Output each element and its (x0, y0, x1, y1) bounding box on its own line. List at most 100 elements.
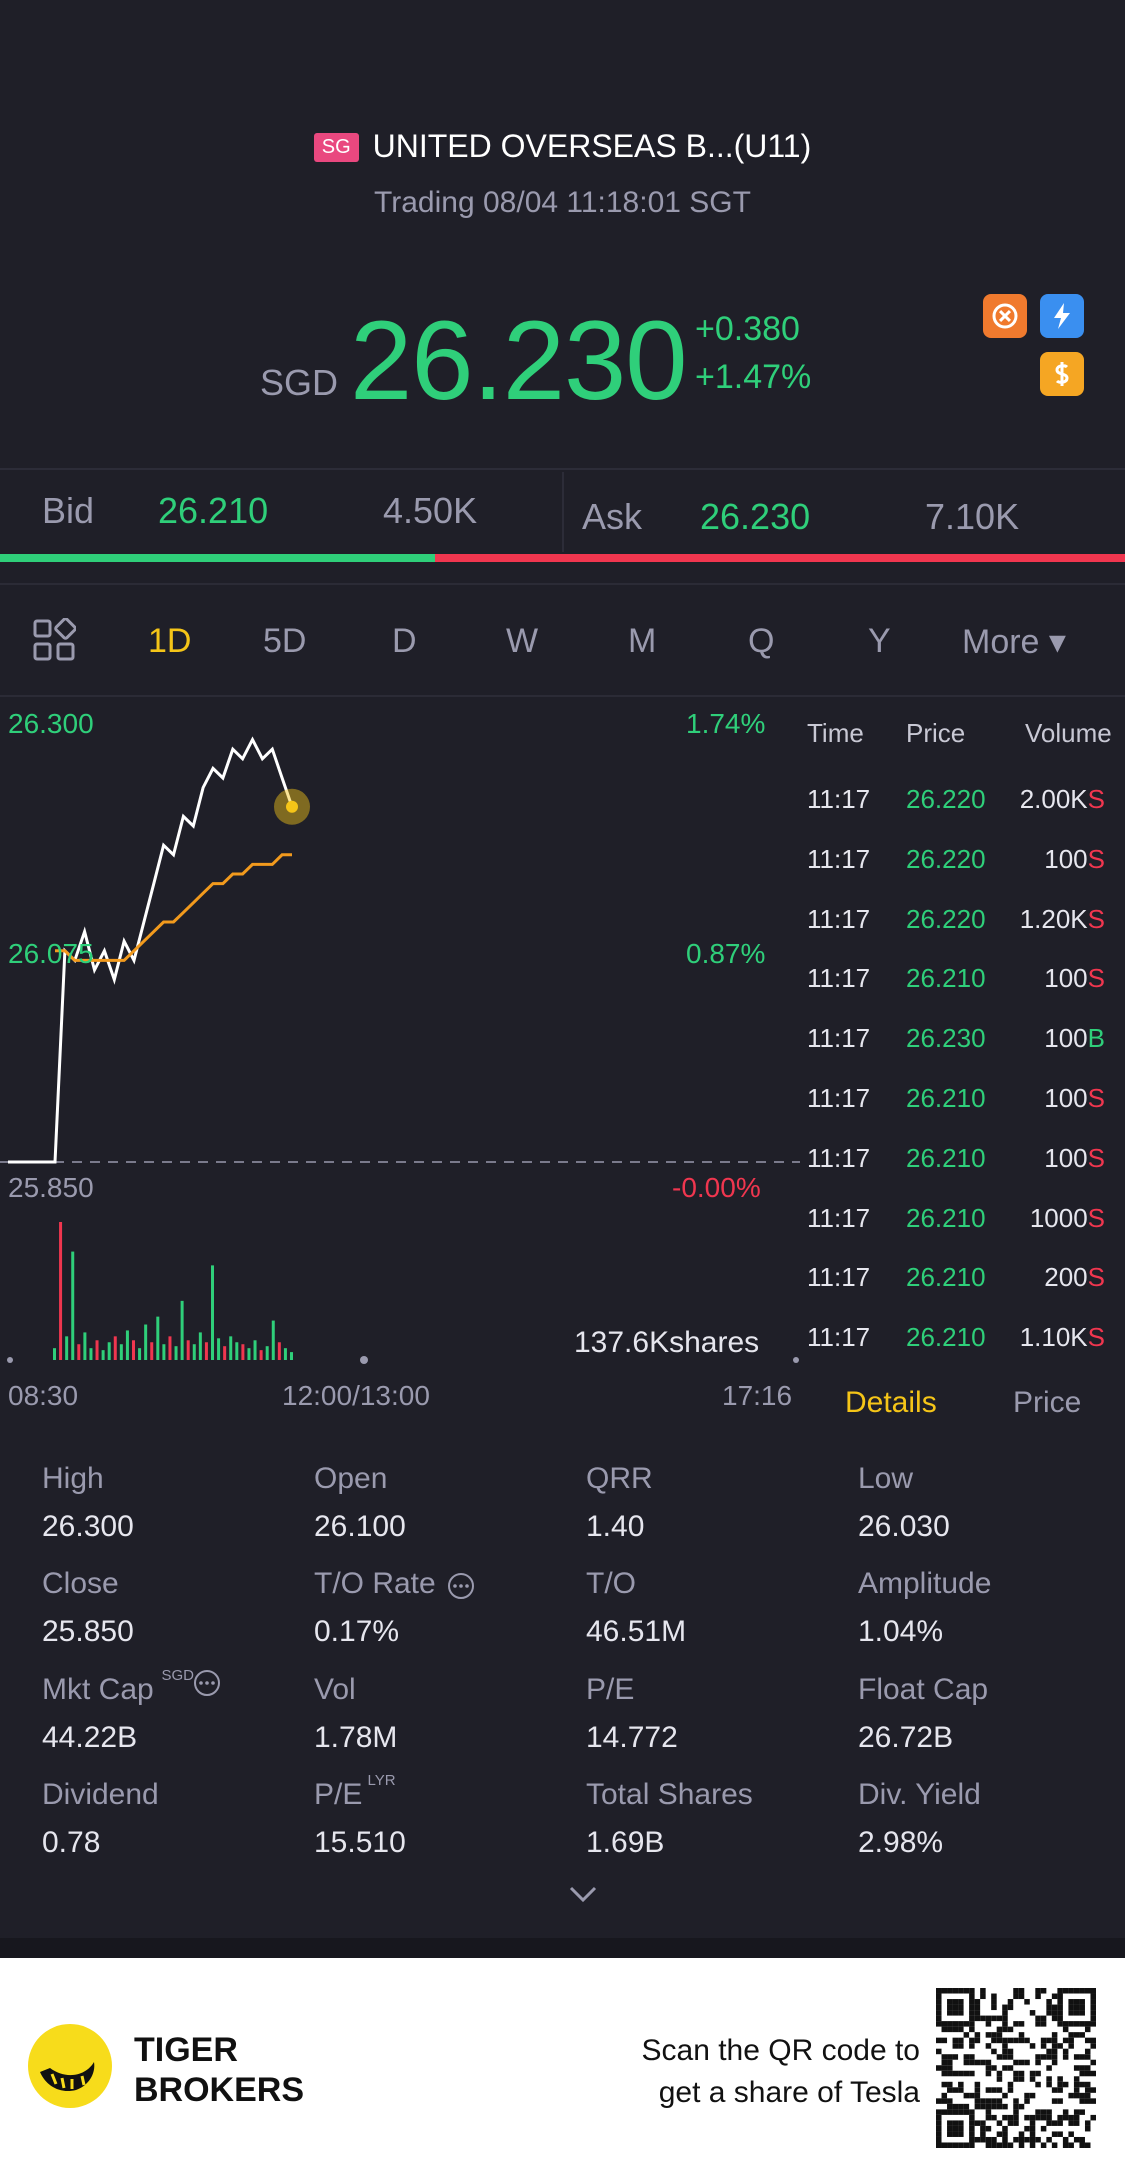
tab-5d[interactable]: 5D (263, 622, 306, 661)
qr-module (1007, 2065, 1014, 2071)
qr-module (1013, 2076, 1019, 2082)
qr-module (1084, 2021, 1091, 2027)
qr-module (1073, 2081, 1080, 2088)
layout-grid-icon[interactable] (32, 617, 77, 667)
qr-module (1051, 2098, 1058, 2104)
qr-module (952, 2054, 959, 2060)
qr-module (1068, 1999, 1074, 2005)
qr-module (985, 2021, 992, 2027)
trade-side: S (1087, 1262, 1105, 1293)
qr-module (1051, 2032, 1058, 2038)
trade-volume: 100B (1044, 1023, 1105, 1054)
qr-module (1018, 1993, 1025, 2000)
qr-module (1046, 2010, 1052, 2016)
info-icon[interactable] (446, 1571, 476, 1606)
qr-module (996, 2037, 1003, 2044)
qr-module (1084, 2098, 1091, 2104)
trade-price: 26.230 (906, 1023, 986, 1054)
qr-module (1073, 2087, 1080, 2093)
trade-row: 11:17 26.220 2.00KS (0, 784, 1125, 844)
trade-volume: 200S (1044, 1262, 1105, 1293)
tab-w[interactable]: W (506, 622, 538, 661)
qr-module (1051, 2015, 1058, 2022)
qr-module (958, 2004, 964, 2011)
qr-module (1046, 2081, 1052, 2088)
qr-module (1079, 2136, 1085, 2143)
qr-module (969, 2059, 975, 2066)
trade-time: 11:17 (807, 903, 871, 934)
tab-details[interactable]: Details (845, 1386, 937, 1420)
qr-module (958, 2109, 964, 2115)
tab-y[interactable]: Y (868, 622, 891, 661)
qr-module (947, 2010, 953, 2016)
qr-module (1035, 1988, 1041, 1994)
qr-module (1084, 2120, 1091, 2126)
trade-price: 26.210 (906, 1322, 986, 1353)
qr-module (1018, 2076, 1025, 2082)
qr-module (1068, 1988, 1074, 1994)
info-icon-glyph (448, 1573, 474, 1599)
qr-module (936, 2004, 942, 2011)
qr-module (1073, 2032, 1080, 2038)
qr-module (1029, 2136, 1036, 2143)
qr-module (1057, 2114, 1063, 2121)
qr-module (936, 2048, 942, 2055)
tab-more[interactable]: More ▾ (962, 622, 1066, 662)
stat-value: 1.69B (586, 1826, 665, 1859)
divider (0, 468, 1125, 470)
qr-module (974, 2120, 981, 2126)
qr-module (1068, 2010, 1074, 2016)
trade-time: 11:17 (807, 1322, 871, 1353)
qr-module (1057, 2120, 1063, 2126)
qr-module (974, 2092, 981, 2099)
info-icon-glyph (194, 1670, 220, 1696)
qr-module (952, 2087, 959, 2093)
qr-module (991, 2142, 997, 2148)
tab-price[interactable]: Price (1013, 1386, 1081, 1420)
qr-module (1079, 2065, 1085, 2071)
stat-label: Amplitude (858, 1567, 992, 1600)
qr-module (1046, 2054, 1052, 2060)
qr-module (1002, 2043, 1008, 2049)
qr-module (1029, 2114, 1036, 2121)
tab-m[interactable]: M (628, 622, 656, 661)
qr-module (1090, 2021, 1096, 2027)
qr-module (974, 2004, 981, 2011)
qr-module (991, 2048, 997, 2055)
qr-module (936, 1999, 942, 2005)
y-high-label: 26.300 (8, 708, 94, 739)
qr-module (952, 2021, 959, 2027)
trade-volume: 100S (1044, 1142, 1105, 1173)
qr-code[interactable] (936, 1988, 1096, 2148)
lightning-icon[interactable] (1040, 294, 1084, 338)
stat-superscript: LYR (367, 1772, 396, 1789)
tab-q[interactable]: Q (748, 622, 774, 661)
qr-module (980, 2120, 986, 2126)
qr-module (958, 2026, 964, 2033)
trade-row: 11:17 26.220 1.20KS (0, 904, 1125, 964)
option-icon[interactable] (983, 294, 1027, 338)
qr-module (969, 2109, 975, 2115)
qr-module (1035, 2021, 1041, 2027)
qr-module (996, 2032, 1003, 2038)
qr-module (1062, 1988, 1069, 1994)
qr-module (996, 2076, 1003, 2082)
dollar-icon[interactable] (1040, 352, 1084, 396)
qr-module (980, 2131, 986, 2137)
qr-module (1007, 2004, 1014, 2011)
qr-module (1084, 2026, 1091, 2033)
qr-module (1024, 2098, 1030, 2104)
qr-module (1084, 2037, 1091, 2044)
qr-module (1046, 2037, 1052, 2044)
qr-module (1013, 2021, 1019, 2027)
qr-module (1018, 2032, 1025, 2038)
info-icon[interactable] (192, 1668, 222, 1703)
qr-module (1073, 2004, 1080, 2011)
expand-chevron-icon[interactable] (567, 1884, 599, 1911)
stat-label: P/E (314, 1778, 363, 1811)
qr-module (991, 2114, 997, 2121)
ask-label: Ask (582, 496, 643, 537)
tab-d[interactable]: D (392, 622, 417, 661)
tab-1d[interactable]: 1D (148, 622, 191, 661)
qr-module (1024, 1999, 1030, 2005)
